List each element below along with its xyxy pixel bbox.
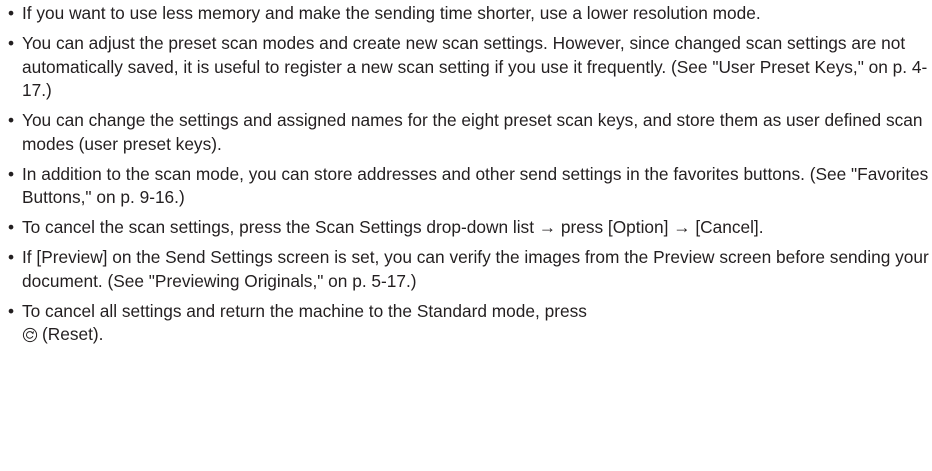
note-text: If you want to use less memory and make … bbox=[22, 3, 761, 23]
bullet: • bbox=[8, 163, 15, 184]
note-text: To cancel all settings and return the ma… bbox=[22, 300, 587, 321]
bullet: • bbox=[8, 33, 15, 53]
bullet: • bbox=[8, 247, 15, 267]
note-text: To cancel the scan settings, press the S… bbox=[22, 217, 764, 237]
list-item: • You can adjust the preset scan modes a… bbox=[8, 32, 932, 103]
list-item: • You can change the settings and assign… bbox=[8, 109, 932, 156]
bullet: • bbox=[8, 3, 15, 23]
note-text: You can adjust the preset scan modes and… bbox=[22, 33, 928, 100]
notes-list: • If you want to use less memory and mak… bbox=[8, 2, 932, 350]
note-text: If [Preview] on the Send Settings screen… bbox=[22, 247, 929, 291]
list-item: • If [Preview] on the Send Settings scre… bbox=[8, 246, 932, 293]
note-text: You can change the settings and assigned… bbox=[22, 110, 923, 154]
bullet: • bbox=[8, 110, 15, 130]
bullet: • bbox=[8, 217, 15, 237]
reset-label: (Reset). bbox=[42, 324, 104, 344]
list-item: • If you want to use less memory and mak… bbox=[8, 2, 932, 26]
document-page: • If you want to use less memory and mak… bbox=[0, 0, 932, 471]
list-item: • In addition to the scan mode, you can … bbox=[8, 163, 932, 210]
list-item: • To cancel the scan settings, press the… bbox=[8, 216, 932, 240]
bullet: • bbox=[8, 300, 15, 321]
reset-icon bbox=[22, 326, 38, 350]
note-text: In addition to the scan mode, you can st… bbox=[22, 163, 929, 208]
list-item: • To cancel all settings and return the … bbox=[8, 300, 932, 350]
